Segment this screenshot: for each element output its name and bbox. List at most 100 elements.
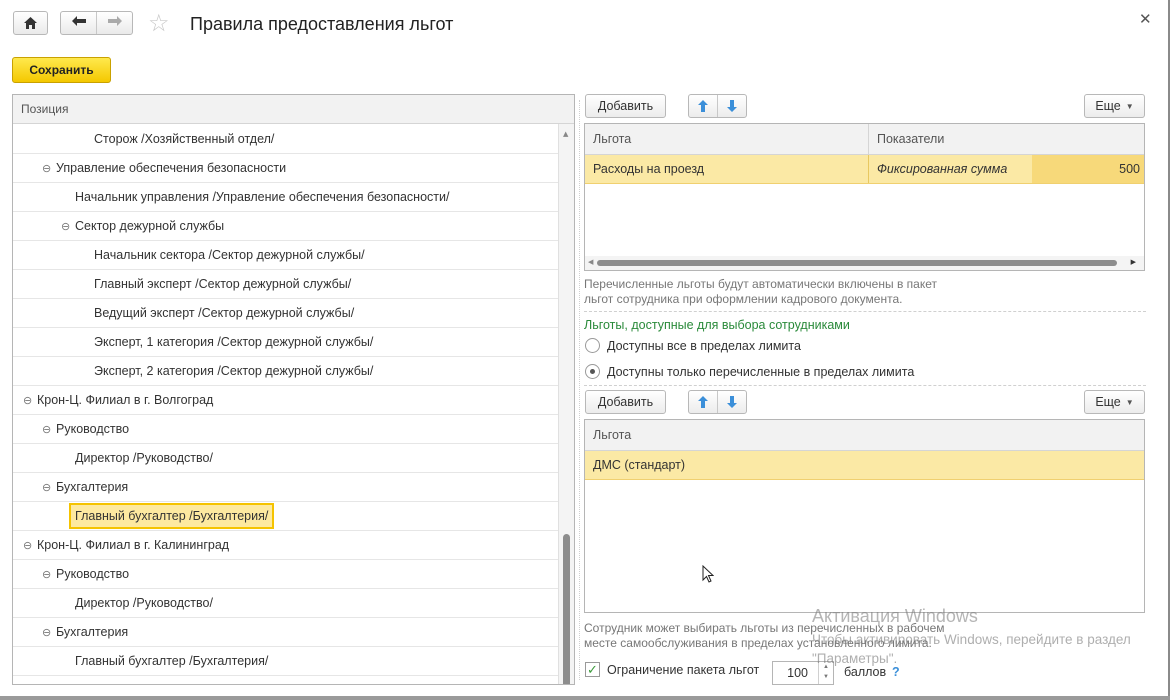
back-button[interactable] [61, 12, 96, 34]
home-button[interactable] [13, 11, 48, 35]
divider [584, 385, 1146, 386]
benefits-table-bottom[interactable]: Льгота ДМС (стандарт) [584, 419, 1145, 613]
hscrollbar-thumb[interactable] [597, 260, 1117, 266]
tree-row-label: Сектор дежурной службы [75, 219, 225, 233]
radio-button-selected[interactable] [585, 364, 600, 379]
arrow-up-icon [698, 100, 708, 112]
radio-button[interactable] [585, 338, 600, 353]
table-hscrollbar[interactable]: ◀ ▶ [585, 256, 1144, 270]
radio-listed-in-limit[interactable]: Доступны только перечисленные в пределах… [585, 364, 914, 379]
tree-row-label: Эксперт, 2 категория /Сектор дежурной сл… [94, 364, 374, 378]
add-benefit-button-bottom[interactable]: Добавить [585, 390, 666, 414]
tree-row-label: Крон-Ц. Филиал в г. Калининград [37, 538, 230, 552]
tree-row-label: Бухгалтерия [56, 625, 129, 639]
tree-row[interactable]: Главный бухгалтер /Бухгалтерия/ [13, 647, 559, 676]
tree-row[interactable]: Директор /Руководство/ [13, 589, 559, 618]
tree-row[interactable]: ⊖ Сектор дежурной службы [13, 212, 559, 241]
tree-row[interactable]: ⊖ Бухгалтерия [13, 473, 559, 502]
tree-row[interactable]: Директор /Руководство/ [13, 444, 559, 473]
tree-row-label: Начальник сектора /Сектор дежурной служб… [94, 248, 365, 262]
collapse-icon[interactable]: ⊖ [23, 532, 37, 560]
scroll-left-icon[interactable]: ◀ [588, 258, 593, 266]
save-button[interactable]: Сохранить [12, 57, 111, 83]
move-up-button[interactable] [689, 95, 717, 117]
cell-benefit: ДМС (стандарт) [593, 458, 686, 472]
more-button-bottom[interactable]: Еще ▼ [1084, 390, 1145, 414]
move-down-button[interactable] [718, 391, 746, 413]
collapse-icon[interactable]: ⊖ [42, 561, 56, 589]
more-button-top[interactable]: Еще ▼ [1084, 94, 1145, 118]
scroll-right-icon[interactable]: ▶ [1131, 258, 1136, 266]
tree-row-label: Директор /Руководство/ [75, 451, 213, 465]
activation-watermark-text: Чтобы активировать Windows, перейдите в … [812, 632, 1131, 666]
tree-row[interactable]: Сторож /Хозяйственный отдел/ [13, 125, 559, 154]
forward-button[interactable] [97, 12, 132, 34]
history-nav [60, 11, 133, 35]
table-row[interactable]: Расходы на проезд Фиксированная сумма 50… [585, 155, 1144, 184]
tree-row-label: Руководство [56, 422, 130, 436]
tree-row-label: Эксперт, 1 категория /Сектор дежурной сл… [94, 335, 374, 349]
scroll-up-icon[interactable]: ▲ [563, 130, 568, 138]
tree-row-label: Бухгалтерия [56, 480, 129, 494]
close-icon[interactable]: ✕ [1139, 10, 1152, 28]
position-tree[interactable]: Позиция Сторож /Хозяйственный отдел/⊖ Упр… [12, 94, 575, 685]
column-header-benefit[interactable]: Льгота [585, 420, 1144, 450]
mouse-cursor-icon [702, 565, 714, 583]
benefits-table-top[interactable]: Льгота Показатели Расходы на проезд Фикс… [584, 123, 1145, 271]
home-icon [24, 17, 37, 29]
limit-checkbox-row[interactable]: ✓ Ограничение пакета льгот [585, 662, 759, 677]
top-table-note: Перечисленные льготы будут автоматически… [584, 277, 937, 307]
limit-value: 100 [787, 666, 808, 680]
collapse-icon[interactable]: ⊖ [42, 155, 56, 183]
tree-row-label: Сторож /Хозяйственный отдел/ [94, 132, 275, 146]
tree-row-label: Главный бухгалтер /Бухгалтерия/ [69, 503, 275, 529]
tree-row[interactable]: ⊖ Управление обеспечения безопасности [13, 154, 559, 183]
activation-watermark-title: Активация Windows [812, 606, 978, 626]
collapse-icon[interactable]: ⊖ [23, 387, 37, 415]
tree-row[interactable]: ⊖ Руководство [13, 560, 559, 589]
caret-down-icon: ▼ [1125, 397, 1134, 407]
move-buttons-bottom [688, 390, 747, 414]
tree-row[interactable]: ⊖ Руководство [13, 415, 559, 444]
move-down-button[interactable] [718, 95, 746, 117]
arrow-right-icon [107, 16, 122, 26]
tree-row[interactable]: Эксперт, 1 категория /Сектор дежурной сл… [13, 328, 559, 357]
page-title: Правила предоставления льгот [190, 14, 454, 34]
column-header-benefit[interactable]: Льгота [585, 124, 869, 154]
tree-row[interactable]: Главный эксперт /Сектор дежурной службы/ [13, 270, 559, 299]
tree-row-label: Управление обеспечения безопасности [56, 161, 287, 175]
collapse-icon[interactable]: ⊖ [42, 474, 56, 502]
tree-scrollbar[interactable]: ▲ [558, 124, 574, 684]
tree-row-label: Ведущий эксперт /Сектор дежурной службы/ [94, 306, 355, 320]
tree-row[interactable]: ⊖ Крон-Ц. Филиал в г. Волгоград [13, 386, 559, 415]
tree-row[interactable]: ⊖ Крон-Ц. Филиал в г. Калининград [13, 531, 559, 560]
scrollbar-thumb[interactable] [563, 534, 570, 684]
tree-row[interactable]: Начальник управления /Управление обеспеч… [13, 183, 559, 212]
tree-row-label: Начальник управления /Управление обеспеч… [75, 190, 450, 204]
more-label: Еще [1095, 395, 1121, 409]
tree-row[interactable]: ⊖ Бухгалтерия [13, 618, 559, 647]
tree-row[interactable]: Ведущий эксперт /Сектор дежурной службы/ [13, 299, 559, 328]
tree-row[interactable]: Начальник сектора /Сектор дежурной служб… [13, 241, 559, 270]
arrow-down-icon [727, 100, 737, 112]
collapse-icon[interactable]: ⊖ [42, 416, 56, 444]
move-up-button[interactable] [689, 391, 717, 413]
tree-row-label: Руководство [56, 567, 130, 581]
cell-indicator: Фиксированная сумма [877, 162, 1008, 176]
tree-row[interactable]: Эксперт, 2 категория /Сектор дежурной сл… [13, 357, 559, 386]
window-edge-bottom [0, 696, 1170, 700]
pane-splitter[interactable] [579, 100, 583, 680]
tree-row[interactable]: Главный бухгалтер /Бухгалтерия/ [13, 502, 559, 531]
note-line: Перечисленные льготы будут автоматически… [584, 277, 937, 291]
radio-all-in-limit[interactable]: Доступны все в пределах лимита [585, 338, 801, 353]
add-benefit-button[interactable]: Добавить [585, 94, 666, 118]
collapse-icon[interactable]: ⊖ [61, 213, 75, 241]
collapse-icon[interactable]: ⊖ [42, 619, 56, 647]
favorite-star-icon[interactable]: ☆ [148, 11, 170, 35]
move-buttons-top [688, 94, 747, 118]
caret-down-icon: ▼ [1125, 101, 1134, 111]
limit-checkbox[interactable]: ✓ [585, 662, 600, 677]
column-header-indicators[interactable]: Показатели [869, 124, 1144, 154]
arrow-up-icon [698, 396, 708, 408]
table-row[interactable]: ДМС (стандарт) [585, 451, 1144, 480]
